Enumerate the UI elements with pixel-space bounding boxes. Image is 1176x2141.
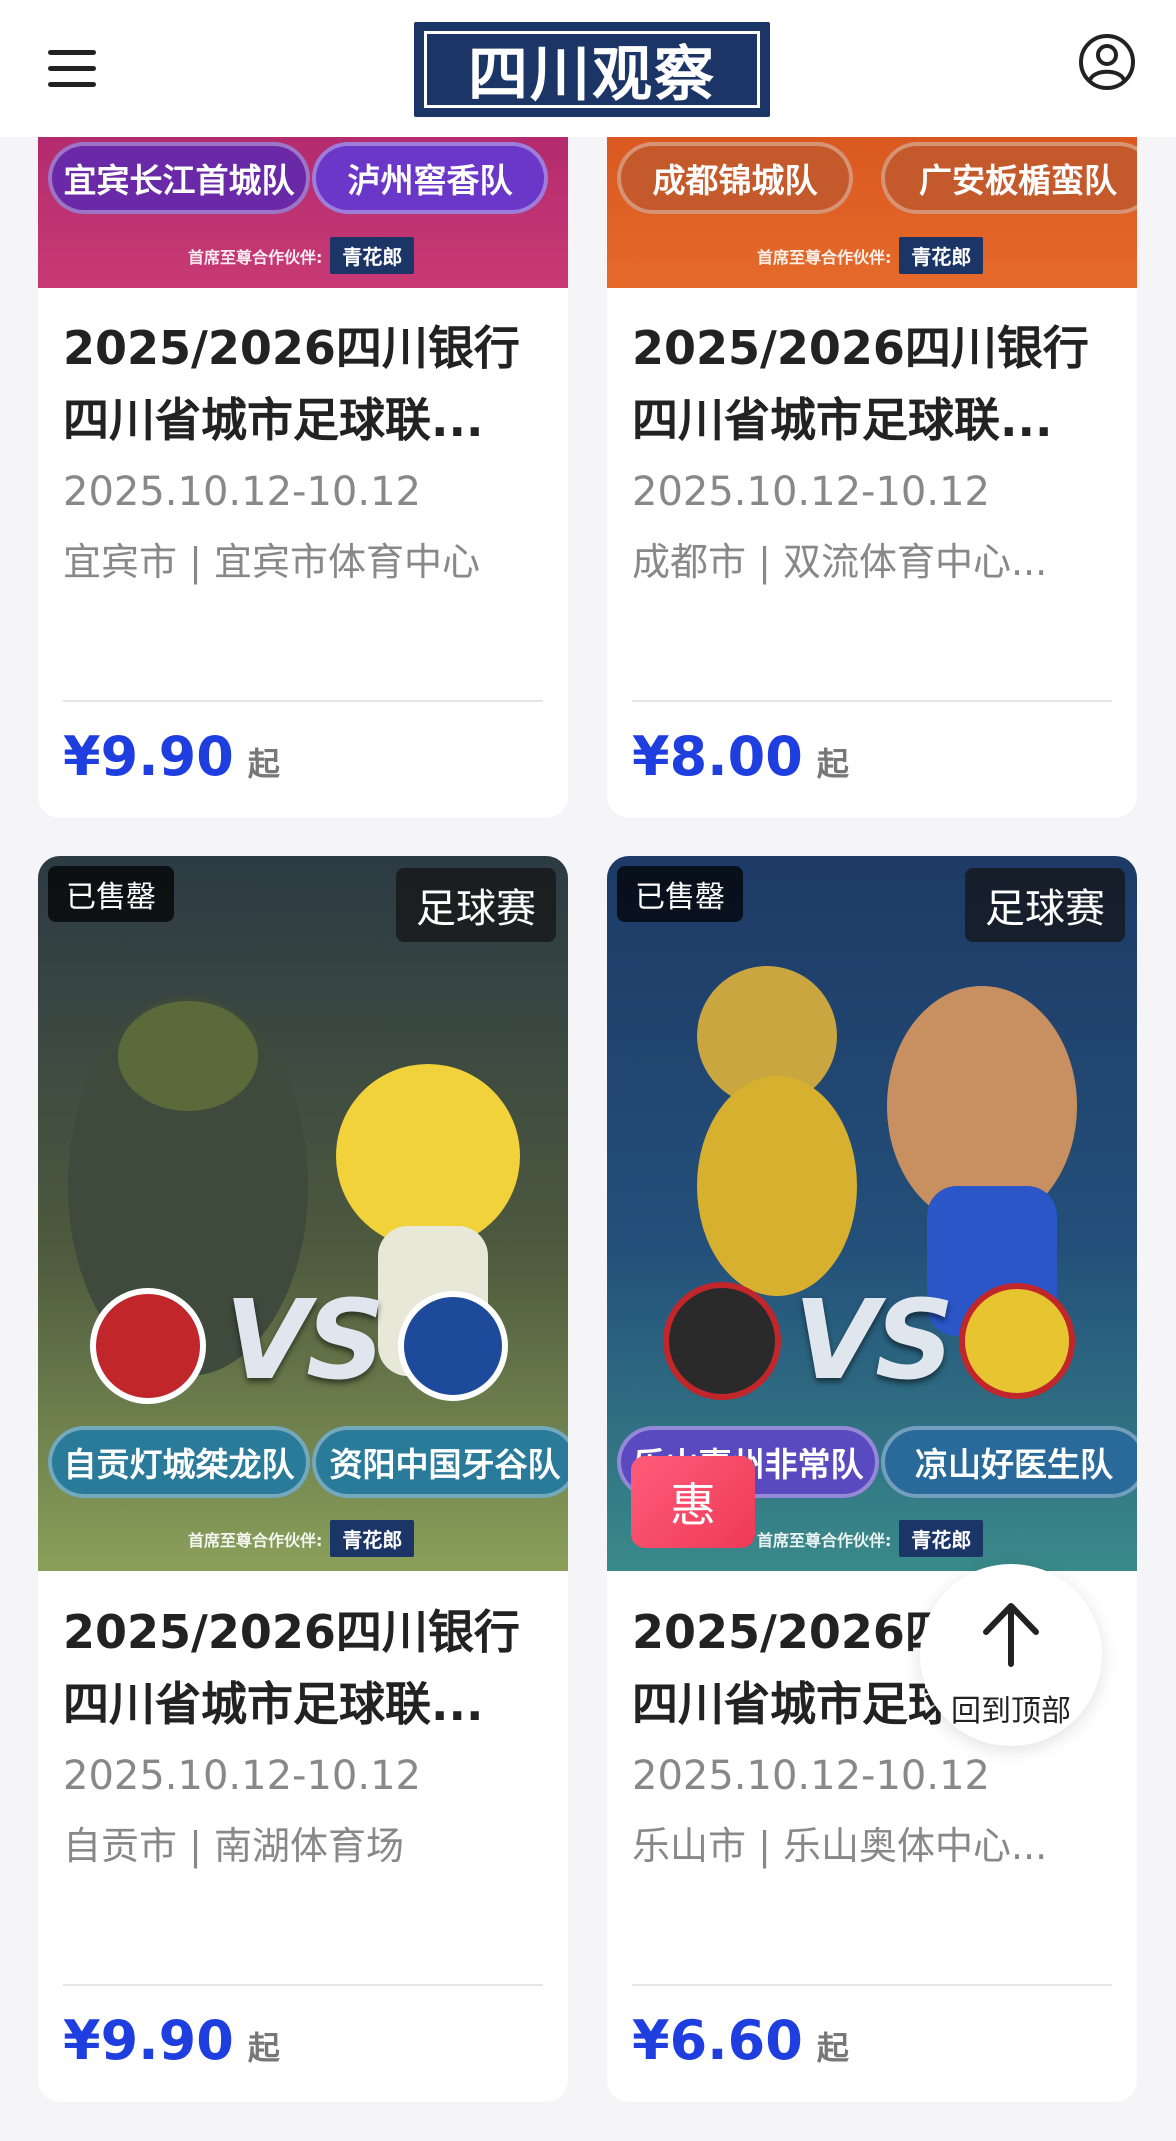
- sponsor-row: 首席至尊合作伙伴: 青花郎: [757, 237, 984, 274]
- category-badge: 足球赛: [396, 868, 556, 942]
- event-venue: 自贡市 | 南湖体育场: [63, 1824, 404, 1868]
- event-date: 2025.10.12-10.12: [63, 469, 421, 515]
- event-venue: 宜宾市 | 宜宾市体育中心: [63, 540, 480, 584]
- sponsor-name: 青花郎: [899, 237, 984, 274]
- team-name-away: 凉山好医生队: [881, 1426, 1137, 1498]
- event-card[interactable]: VS 乐山嘉州非常队 凉山好医生队 首席至尊合作伙伴: 青花郎 已售罄 足球赛 …: [607, 856, 1137, 2102]
- price: ¥6.60: [632, 2009, 803, 2072]
- sponsor-name: 青花郎: [899, 1520, 984, 1557]
- team-name-away: 泸州窖香队: [312, 142, 548, 214]
- sponsor-label: 首席至尊合作伙伴:: [188, 1530, 323, 1550]
- user-icon[interactable]: [1078, 33, 1136, 91]
- event-venue: 乐山市 | 乐山奥体中心...: [632, 1824, 1048, 1868]
- card-info: 2025/2026四川银行 四川省城市足球联... 2025.10.12-10.…: [63, 1596, 543, 1874]
- price-suffix: 起: [247, 745, 280, 783]
- team-name-home: 自贡灯城桀龙队: [48, 1426, 310, 1498]
- price-row: ¥9.90 起: [63, 2009, 280, 2072]
- category-badge: 足球赛: [965, 868, 1125, 942]
- sold-out-badge: 已售罄: [48, 866, 174, 922]
- sponsor-label: 首席至尊合作伙伴:: [757, 1530, 892, 1550]
- team-name-away: 广安板楯蛮队: [881, 142, 1137, 214]
- sponsor-name: 青花郎: [330, 1520, 415, 1557]
- discount-badge: 惠: [631, 1456, 755, 1548]
- team-name-home: 宜宾长江首城队: [48, 142, 310, 214]
- event-card[interactable]: VS 自贡灯城桀龙队 资阳中国牙谷队 首席至尊合作伙伴: 青花郎 已售罄 足球赛…: [38, 856, 568, 2102]
- site-logo[interactable]: 四川观察: [414, 22, 770, 117]
- event-date: 2025.10.12-10.12: [63, 1753, 421, 1799]
- price: ¥8.00: [632, 725, 803, 788]
- team-name-away: 资阳中国牙谷队: [312, 1426, 568, 1498]
- sponsor-row: 首席至尊合作伙伴: 青花郎: [188, 1520, 415, 1557]
- card-info: 2025/2026四川银行 四川省城市足球联... 2025.10.12-10.…: [632, 312, 1112, 590]
- top-header: 四川观察: [0, 0, 1176, 137]
- divider: [632, 1984, 1112, 1986]
- sponsor-row: 首席至尊合作伙伴: 青花郎: [188, 237, 415, 274]
- price-suffix: 起: [247, 2029, 280, 2067]
- arrow-up-icon: [983, 1603, 1039, 1667]
- event-poster: VS 乐山嘉州非常队 凉山好医生队 首席至尊合作伙伴: 青花郎 已售罄 足球赛 …: [607, 856, 1137, 1571]
- price-row: ¥9.90 起: [63, 725, 280, 788]
- price: ¥9.90: [63, 725, 234, 788]
- vs-label: VS: [793, 1276, 954, 1404]
- sponsor-row: 首席至尊合作伙伴: 青花郎: [757, 1520, 984, 1557]
- sponsor-name: 青花郎: [330, 237, 415, 274]
- price-suffix: 起: [816, 745, 849, 783]
- price-row: ¥6.60 起: [632, 2009, 849, 2072]
- price-suffix: 起: [816, 2029, 849, 2067]
- divider: [63, 700, 543, 702]
- price-row: ¥8.00 起: [632, 725, 849, 788]
- vs-label: VS: [224, 1276, 385, 1404]
- team-name-home: 成都锦城队: [617, 142, 853, 214]
- card-info: 2025/2026四川银行 四川省城市足球联... 2025.10.12-10.…: [63, 312, 543, 590]
- logo-text: 四川观察: [424, 31, 760, 110]
- event-title: 2025/2026四川银行 四川省城市足球联...: [632, 321, 1089, 447]
- back-to-top-button[interactable]: 回到顶部: [920, 1564, 1102, 1746]
- divider: [63, 1984, 543, 1986]
- event-venue: 成都市 | 双流体育中心...: [632, 540, 1048, 584]
- event-poster: VS 自贡灯城桀龙队 资阳中国牙谷队 首席至尊合作伙伴: 青花郎 已售罄 足球赛: [38, 856, 568, 1571]
- sponsor-label: 首席至尊合作伙伴:: [757, 247, 892, 267]
- price: ¥9.90: [63, 2009, 234, 2072]
- event-title: 2025/2026四川银行 四川省城市足球联...: [63, 1605, 520, 1731]
- sold-out-badge: 已售罄: [617, 866, 743, 922]
- back-to-top-label: 回到顶部: [951, 1694, 1071, 1729]
- menu-icon[interactable]: [48, 48, 96, 88]
- event-title: 2025/2026四川银行 四川省城市足球联...: [63, 321, 520, 447]
- event-date: 2025.10.12-10.12: [632, 469, 990, 515]
- divider: [632, 700, 1112, 702]
- sponsor-label: 首席至尊合作伙伴:: [188, 247, 323, 267]
- event-date: 2025.10.12-10.12: [632, 1753, 990, 1799]
